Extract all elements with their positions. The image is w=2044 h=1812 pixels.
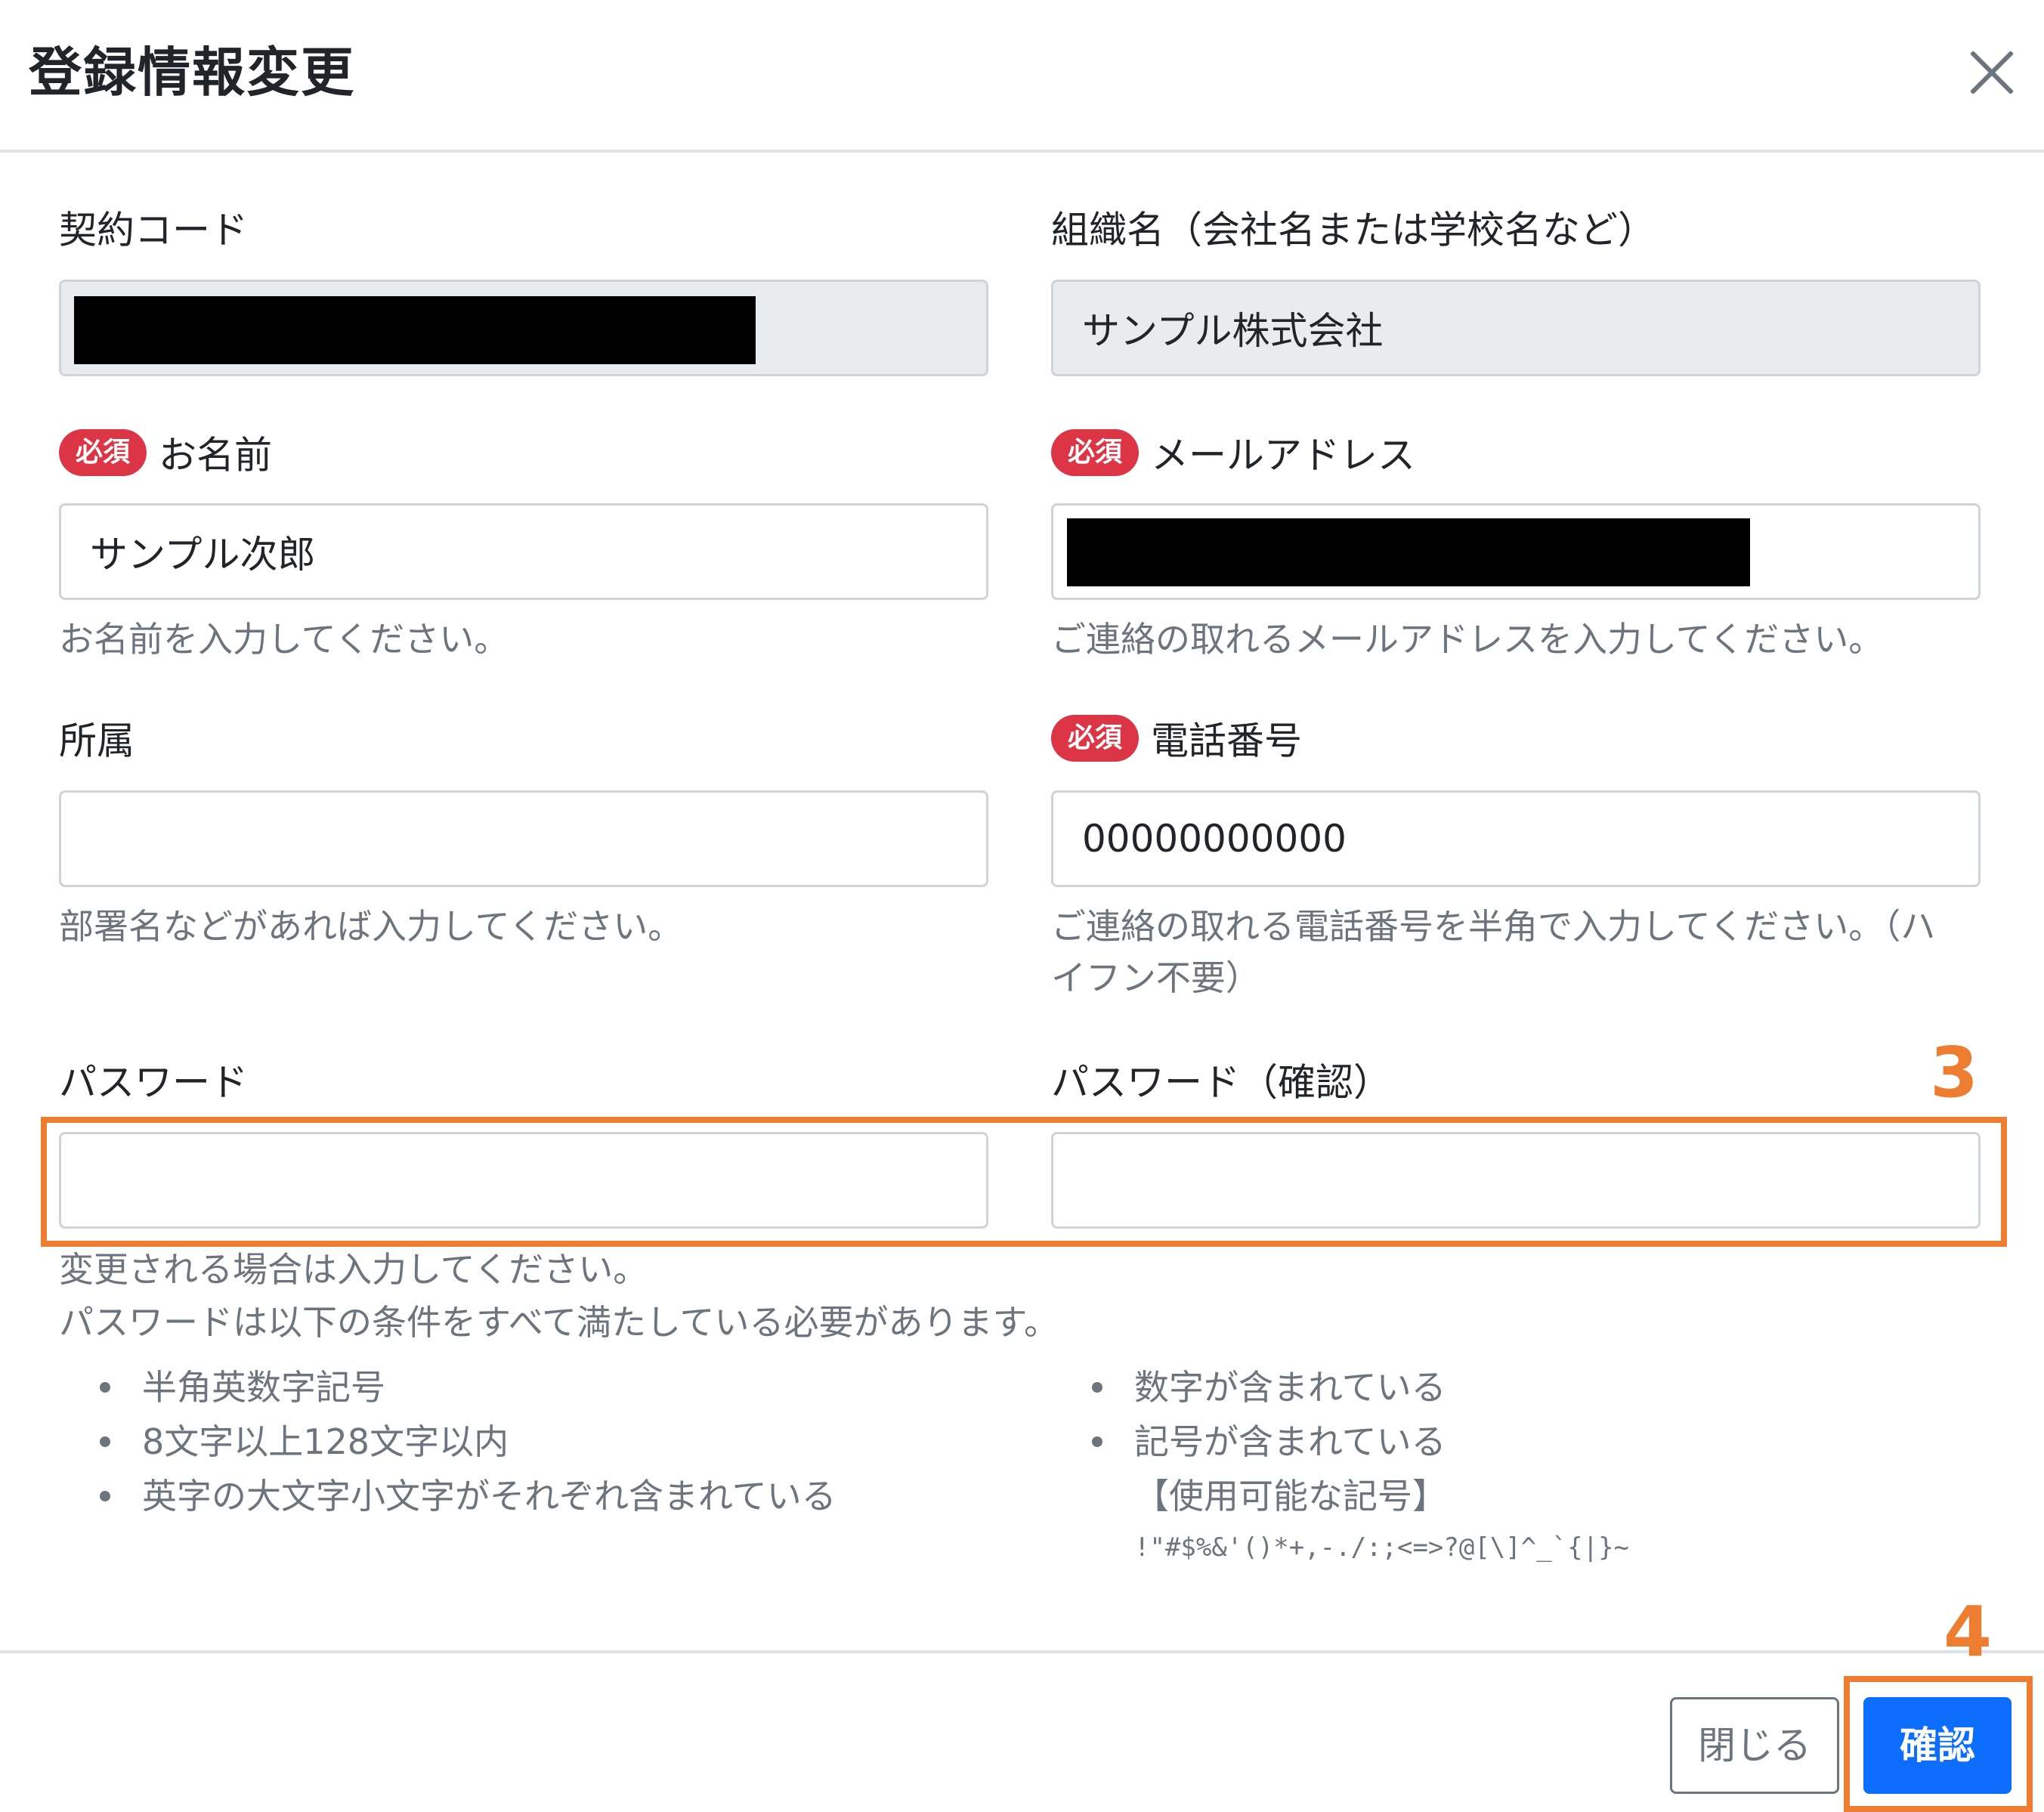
contract-code-label: 契約コード [59, 208, 248, 252]
required-badge: 必須 [1051, 714, 1140, 762]
password-rules-right: 数字が含まれている 記号が含まれている [1051, 1360, 1996, 1469]
symbols-heading: 【使用可能な記号】 [1134, 1476, 1447, 1517]
step3-highlight-box [41, 1117, 2007, 1247]
email-help: ご連絡の取れるメールアドレスを入力してください。 [1051, 619, 1884, 660]
list-item: 英字の大文字小文字がそれぞれ含まれている [59, 1469, 1003, 1523]
required-badge: 必須 [1051, 428, 1140, 476]
edit-registration-modal: 登録情報変更 契約コード 組織名（会社名または学校名など） 必須お名前 お名前を… [0, 0, 2044, 1812]
phone-label: 必須 電話番号 [1051, 713, 1981, 766]
modal-title: 登録情報変更 [29, 42, 355, 104]
step3-annotation: 3 [1930, 1032, 1979, 1113]
required-badge: 必須 [59, 428, 147, 476]
department-help: 部署名などがあれば入力してください。 [59, 906, 683, 947]
phone-input[interactable] [1051, 790, 1981, 887]
symbols-list: !"#$%&'()*+,-./:;<=>?@[\]^_`{|}~ [1134, 1532, 1630, 1563]
password-label: パスワード [59, 1060, 248, 1105]
password-help-line1: 変更される場合は入力してください。 [59, 1249, 648, 1290]
phone-help: ご連絡の取れる電話番号を半角で入力してください。（ハイフン不要） [1051, 906, 1936, 998]
list-item: 数字が含まれている [1051, 1360, 1996, 1415]
password-help-line2: パスワードは以下の条件をすべて満たしている必要があります。 [59, 1302, 1059, 1343]
step4-annotation: 4 [1944, 1591, 1993, 1672]
department-label: 所属 [59, 719, 135, 763]
modal-footer-divider [0, 1650, 2044, 1653]
department-input[interactable] [59, 790, 988, 887]
list-item: 記号が含まれている [1051, 1415, 1996, 1469]
organization-field [1051, 280, 1981, 376]
redacted-email [1067, 518, 1750, 586]
name-label: 必須 お名前 [59, 428, 988, 481]
step4-highlight-box [1844, 1676, 2033, 1812]
password-confirm-label: パスワード（確認） [1051, 1060, 1391, 1105]
organization-label: 組織名（会社名または学校名など） [1051, 208, 1656, 252]
close-icon[interactable] [1963, 44, 2021, 101]
redacted-contract-code [74, 296, 756, 364]
password-rules-left: 半角英数字記号 8文字以上128文字以内 英字の大文字小文字がそれぞれ含まれてい… [59, 1360, 1003, 1523]
modal-header: 登録情報変更 [0, 0, 2044, 153]
list-item: 8文字以上128文字以内 [59, 1415, 1003, 1469]
email-label: 必須 メールアドレス [1051, 428, 1981, 481]
name-input[interactable] [59, 503, 988, 600]
list-item: 半角英数字記号 [59, 1360, 1003, 1415]
name-help: お名前を入力してください。 [59, 619, 509, 660]
close-button[interactable]: 閉じる [1670, 1697, 1839, 1794]
